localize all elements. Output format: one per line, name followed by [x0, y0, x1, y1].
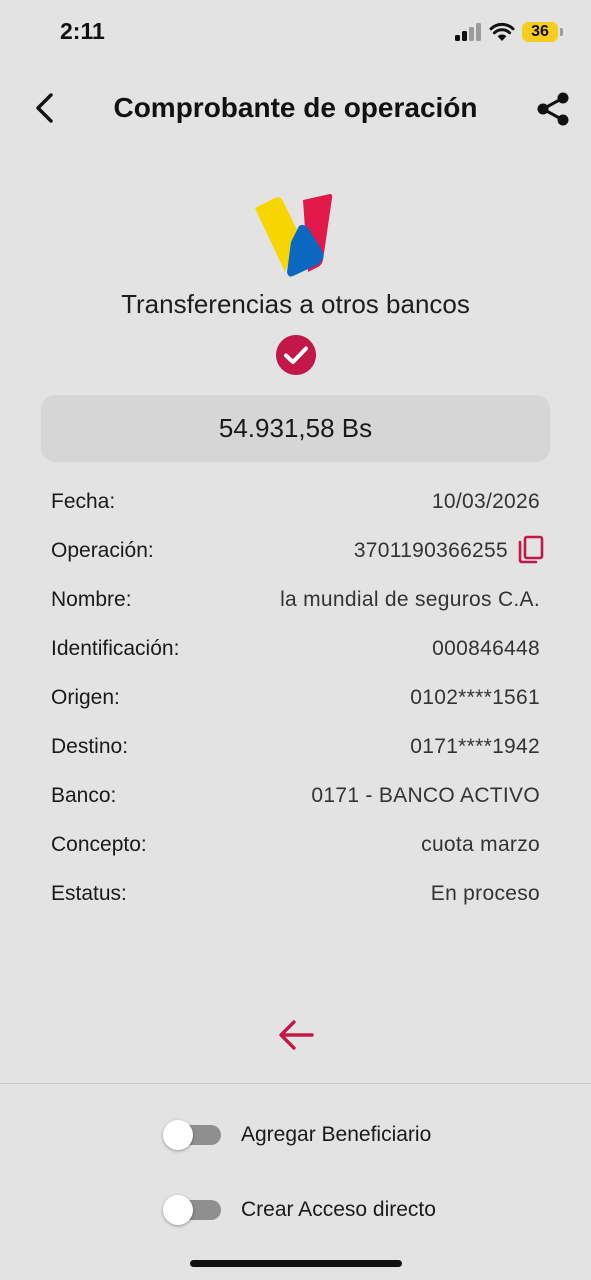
detail-label: Nombre: [51, 588, 132, 611]
arrow-left-icon[interactable] [276, 1015, 316, 1055]
detail-label: Identificación: [51, 637, 180, 660]
page-title: Comprobante de operación [113, 92, 478, 123]
cellular-signal-icon [455, 23, 483, 41]
detail-label: Banco: [51, 784, 117, 807]
detail-value: 3701190366255 [353, 539, 508, 562]
battery-nub [560, 28, 563, 36]
detail-label: Destino: [51, 735, 129, 758]
home-indicator [190, 1260, 402, 1267]
check-circle-icon [276, 335, 316, 375]
add-beneficiary-label: Agregar Beneficiario [241, 1123, 432, 1146]
detail-value: cuota marzo [421, 833, 540, 856]
detail-label: Fecha: [51, 490, 116, 513]
detail-value: En proceso [430, 882, 540, 905]
status-bar: 2:11 36 [0, 0, 591, 64]
detail-row-banco: Banco: 0171 - BANCO ACTIVO [51, 772, 540, 821]
toggle-knob [163, 1195, 193, 1225]
detail-row-estatus: Estatus: En proceso [51, 870, 540, 919]
operation-details: Fecha: 10/03/2026 Operación: 37011903662… [51, 478, 544, 919]
wifi-icon [489, 22, 515, 41]
detail-value: la mundial de seguros C.A. [280, 588, 540, 611]
detail-value: 0171 - BANCO ACTIVO [311, 784, 540, 807]
detail-row-fecha: Fecha: 10/03/2026 [51, 478, 540, 527]
add-beneficiary-toggle[interactable] [163, 1120, 221, 1150]
header: Comprobante de operación [0, 80, 591, 136]
create-shortcut-label: Crear Acceso directo [241, 1198, 436, 1221]
detail-label: Concepto: [51, 833, 147, 856]
share-icon[interactable] [534, 90, 572, 128]
detail-label: Operación: [51, 539, 154, 562]
detail-row-destino: Destino: 0171****1942 [51, 723, 540, 772]
transaction-type: Transferencias a otros bancos [121, 289, 470, 319]
bank-logo [255, 194, 333, 277]
amount-display: 54.931,58 Bs [41, 395, 550, 462]
create-shortcut-toggle[interactable] [163, 1195, 221, 1225]
battery-indicator: 36 [522, 22, 558, 42]
copy-icon[interactable] [516, 535, 546, 565]
detail-row-nombre: Nombre: la mundial de seguros C.A. [51, 576, 540, 625]
detail-row-identificacion: Identificación: 000846448 [51, 625, 540, 674]
toggle-knob [163, 1120, 193, 1150]
detail-value: 000846448 [432, 637, 540, 660]
divider [0, 1083, 591, 1084]
detail-label: Estatus: [51, 882, 127, 905]
detail-value: 0171****1942 [410, 735, 540, 758]
detail-row-origen: Origen: 0102****1561 [51, 674, 540, 723]
detail-value: 10/03/2026 [431, 490, 540, 513]
status-time: 2:11 [60, 18, 105, 44]
detail-row-concepto: Concepto: cuota marzo [51, 821, 540, 870]
detail-label: Origen: [51, 686, 120, 709]
detail-value: 0102****1561 [410, 686, 540, 709]
detail-row-operacion: Operación: 3701190366255 [51, 527, 544, 576]
